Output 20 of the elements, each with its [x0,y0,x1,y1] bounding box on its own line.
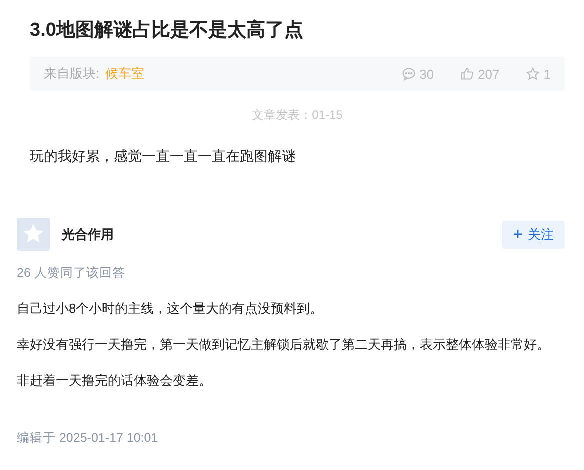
thumbs-up-icon [460,67,474,81]
favorites-count[interactable]: 1 [526,66,551,82]
answer-paragraph: 非赶着一天撸完的话体验会变差。 [17,372,213,390]
edit-time: 编辑于 2025-01-17 10:01 [17,430,160,447]
publish-date: 文章发表：01-15 [251,107,344,124]
star-icon [526,67,540,81]
author-name[interactable]: 光合作用 [62,226,114,244]
answer-paragraph: 自己过小8个小时的主线，这个量大的有点没预料到。 [17,300,324,318]
board-label: 来自版块: [44,65,100,83]
answer-paragraph: 幸好没有强行一天撸完，第一天做到记忆主解锁后就歇了第二天再搞，表示整体体验非常好。 [17,336,551,354]
plus-icon: + [513,226,523,243]
board-link[interactable]: 候车室 [106,65,145,83]
follow-button[interactable]: + 关注 [502,220,565,248]
post-body: 玩的我好累，感觉一直一直一直在跑图解谜 [30,148,297,166]
avatar-icon [17,218,50,251]
post-title: 3.0地图解谜占比是不是太高了点 [30,18,304,43]
comments-count[interactable]: 30 [402,66,434,82]
likes-count[interactable]: 207 [460,66,500,82]
comment-icon [402,67,416,81]
agree-count: 26 人赞同了该回答 [17,265,126,282]
